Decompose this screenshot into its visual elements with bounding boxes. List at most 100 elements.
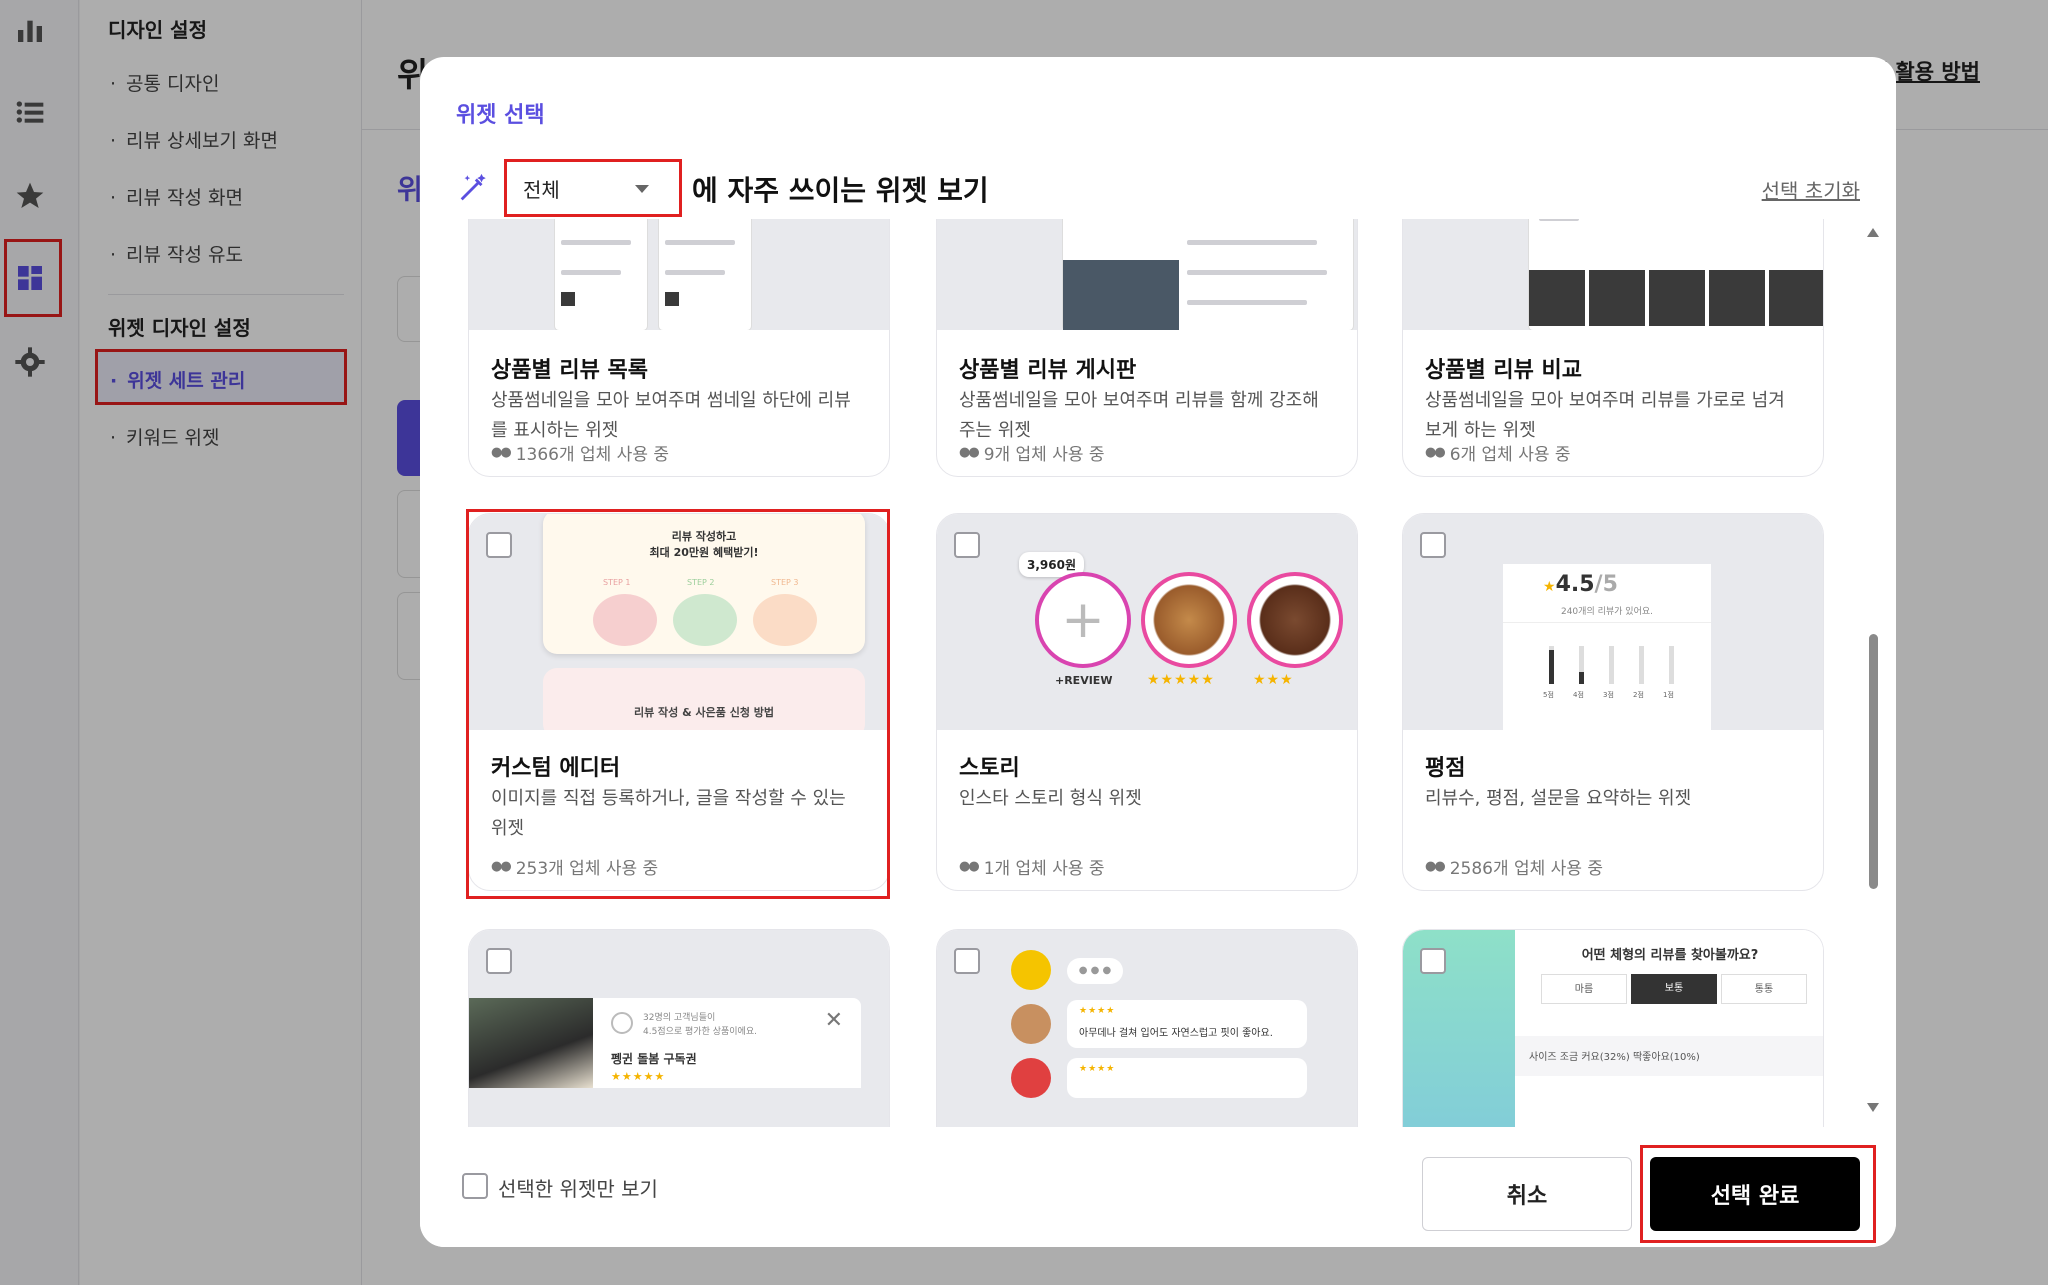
widget-description: 상품썸네일을 모아 보여주며 리뷰를 함께 강조해주는 위젯 [959,390,1319,441]
widget-title: 상품별 리뷰 비교 [1425,358,1582,383]
widget-title: 스토리 [959,756,1020,781]
custom-editor-mock: 리뷰 작성하고 최대 20만원 혜택받기! STEP 1 STEP 2 STEP… [543,514,865,654]
mock-step: STEP 3 [771,578,799,587]
widget-description: 상품썸네일을 모아 보여주며 썸네일 하단에 리뷰를 표시하는 위젯 [491,390,851,441]
only-selected-label[interactable]: 선택한 위젯만 보기 [498,1173,658,1202]
widget-title: 평점 [1425,756,1466,781]
category-select[interactable]: 전체 [504,159,682,217]
story-circle [1141,572,1237,668]
eyes-icon: ●● [959,445,980,460]
widget-select-modal: 위젯 선택 전체 에 자주 쓰이는 위젯 보기 선택 초기화 상품별 리뷰 목록… [420,57,1896,1247]
chevron-down-icon [635,185,649,193]
thumbnail-mock [1063,219,1353,330]
avatar [1011,950,1051,990]
widget-thumbnail [937,219,1357,330]
thumbnail-mock [555,219,647,330]
mock-option: 마름 [1541,974,1627,1004]
widget-grid: 상품별 리뷰 목록 상품썸네일을 모아 보여주며 썸네일 하단에 리뷰를 표시하… [420,219,1880,1174]
widget-card-story[interactable]: 3,960원 + +REVIEW ★★★★★ ★★★ 스토리 인스타 스토리 형… [936,513,1358,891]
widget-usage: ●● 2586개 업체 사용 중 [1425,859,1604,879]
widget-description: 인스타 스토리 형식 위젯 [959,788,1142,809]
comment-bubble: ★★★★ [1067,1058,1307,1098]
scroll-up-icon[interactable] [1867,228,1879,237]
widget-title: 커스텀 에디터 [491,756,621,781]
popup-line: 32명의 고객님들이 [643,1013,716,1023]
widget-checkbox[interactable] [954,948,980,974]
eyes-icon: ●● [1425,859,1446,874]
widget-usage: ●● 1개 업체 사용 중 [959,859,1105,879]
story-circle [1247,572,1343,668]
widget-thumbnail: 3,960원 + +REVIEW ★★★★★ ★★★ [937,514,1357,730]
comment-bubble: ★★★★ 아무데나 걸쳐 입어도 자연스럽고 핏이 좋아요. [1067,1000,1307,1048]
scrollbar[interactable] [1866,222,1880,1112]
avatar [1011,1004,1051,1044]
step-circle [673,594,737,646]
widget-checkbox[interactable] [486,532,512,558]
widget-description: 상품썸네일을 모아 보여주며 리뷰를 가로로 넘겨보게 하는 위젯 [1425,390,1785,441]
widget-card-rating[interactable]: ★4.5/5 240개의 리뷰가 있어요. 5점 4점 3점 2점 1점 평점 [1402,513,1824,891]
custom-editor-mock-bottom: 리뷰 작성 & 사은품 신청 방법 [543,668,865,730]
eyes-icon: ●● [1425,445,1446,460]
reset-selection-link[interactable]: 선택 초기화 [1762,175,1860,204]
close-icon: ✕ [824,1008,843,1033]
eyes-icon: ●● [959,859,980,874]
mock-step: STEP 1 [603,578,631,587]
add-story-circle: + [1035,572,1131,668]
widget-thumbnail [469,219,889,330]
widget-usage: ●● 253개 업체 사용 중 [491,859,659,879]
eyes-icon: ●● [491,445,512,460]
mock-option-selected: 보통 [1631,974,1717,1004]
comment-text: 아무데나 걸쳐 입어도 자연스럽고 핏이 좋아요. [1079,1028,1273,1039]
widget-usage: ●● 9개 업체 사용 중 [959,445,1105,465]
step-circle [593,594,657,646]
mock-question: 어떤 체형의 리뷰를 찾아볼까요? [1581,948,1759,963]
scrollbar-thumb[interactable] [1869,634,1878,889]
pen-icon [611,1012,633,1034]
thumbnail-mock [659,219,751,330]
popup-stars: ★★★★★ [611,1070,666,1083]
filter-row: 전체 에 자주 쓰이는 위젯 보기 선택 초기화 [456,157,1860,217]
story-stars: ★★★ [1253,672,1294,688]
typing-bubble: ● ● ● [1067,958,1123,984]
widget-card[interactable]: 상품별 리뷰 목록 상품썸네일을 모아 보여주며 썸네일 하단에 리뷰를 표시하… [468,219,890,477]
mock-bottom-label: 리뷰 작성 & 사은품 신청 방법 [633,706,775,719]
widget-description: 리뷰수, 평점, 설문을 요약하는 위젯 [1425,788,1692,809]
modal-footer: 선택한 위젯만 보기 취소 선택 완료 [420,1127,1896,1247]
cancel-button[interactable]: 취소 [1422,1157,1632,1231]
widget-thumbnail [1403,219,1823,330]
widget-card[interactable]: 상품별 리뷰 비교 상품썸네일을 모아 보여주며 리뷰를 가로로 넘겨보게 하는… [1402,219,1824,477]
review-label: +REVIEW [1055,674,1113,687]
widget-card[interactable]: 상품별 리뷰 게시판 상품썸네일을 모아 보여주며 리뷰를 함께 강조해주는 위… [936,219,1358,477]
widget-checkbox[interactable] [1420,948,1446,974]
mock-headline2: 최대 20만원 혜택받기! [649,546,759,559]
magic-wand-icon [460,173,486,201]
rating-count: 240개의 리뷰가 있어요. [1560,607,1653,617]
mock-option: 통통 [1721,974,1807,1004]
thumbnail-mock [1529,219,1823,330]
story-stars: ★★★★★ [1147,672,1215,688]
category-select-value: 전체 [523,177,560,202]
widget-checkbox[interactable] [486,948,512,974]
widget-title: 상품별 리뷰 목록 [491,358,648,383]
widget-checkbox[interactable] [1420,532,1446,558]
mock-step: STEP 2 [687,578,715,587]
done-button-highlight [1640,1145,1876,1243]
widget-thumbnail: ★4.5/5 240개의 리뷰가 있어요. 5점 4점 3점 2점 1점 [1403,514,1823,730]
only-selected-checkbox[interactable] [462,1173,488,1199]
mock-headline: 리뷰 작성하고 [671,530,737,543]
step-circle [753,594,817,646]
product-popup-mock: 32명의 고객님들이 4.5점으로 평가한 상품이에요. ✕ 펭귄 돌봄 구독권… [593,998,861,1088]
widget-checkbox[interactable] [954,532,980,558]
rating-score: ★4.5/5 [1543,572,1618,597]
mock-note: 사이즈 조금 커요(32%) 딱좋아요(10%) [1529,1052,1700,1063]
popup-product: 펭귄 돌봄 구독권 [611,1052,697,1066]
modal-title: 위젯 선택 [456,103,545,128]
widget-thumbnail: 리뷰 작성하고 최대 20만원 혜택받기! STEP 1 STEP 2 STEP… [469,514,889,730]
popup-line: 4.5점으로 평가한 상품이에요. [643,1027,757,1037]
penguin-image [469,998,593,1088]
widget-card-custom-editor[interactable]: 리뷰 작성하고 최대 20만원 혜택받기! STEP 1 STEP 2 STEP… [468,513,890,891]
avatar [1011,1058,1051,1098]
eyes-icon: ●● [491,859,512,874]
scroll-down-icon[interactable] [1867,1103,1879,1112]
widget-usage: ●● 6개 업체 사용 중 [1425,445,1571,465]
